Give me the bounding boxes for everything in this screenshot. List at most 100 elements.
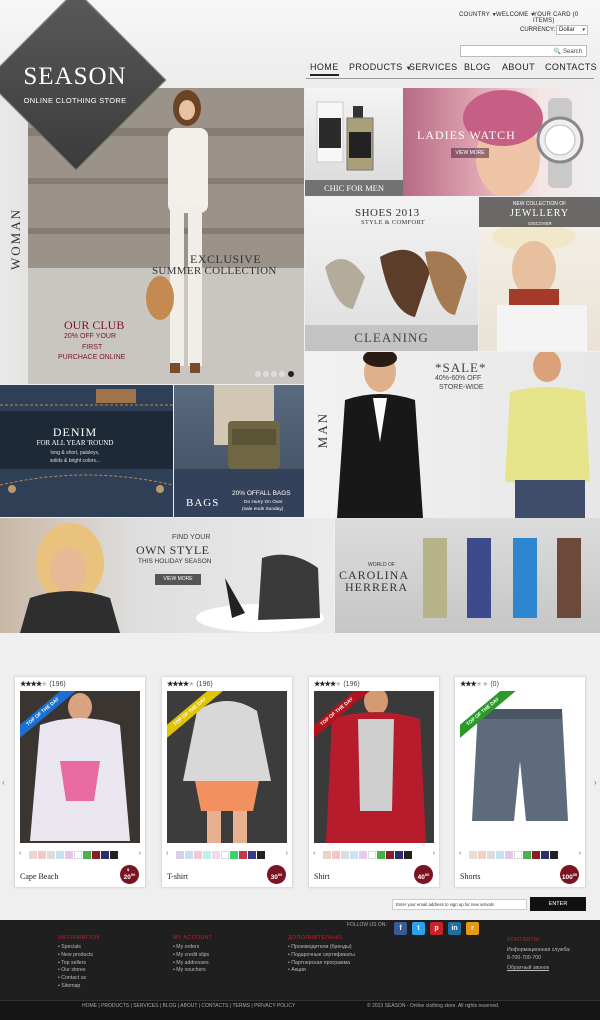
slider-dot[interactable]: [255, 371, 261, 377]
nav-blog[interactable]: BLOG: [464, 62, 491, 76]
sale-line-1: 40%-60% OFF: [435, 375, 482, 382]
footer-link[interactable]: • Specials: [58, 944, 99, 952]
swatch-prev-icon[interactable]: ‹: [19, 850, 21, 857]
tile-bags[interactable]: BAGS 20% OFFALL BAGS Do Hurry On Over (s…: [174, 385, 304, 517]
denim-subtitle: FOR ALL YEAR 'ROUND: [36, 439, 114, 447]
facebook-icon[interactable]: f: [394, 922, 407, 935]
logo-title: SEASON: [23, 63, 127, 90]
slider-dot[interactable]: [263, 371, 269, 377]
currency-select[interactable]: Dollar ▾: [556, 25, 588, 35]
product-name[interactable]: Cape Beach: [20, 872, 58, 881]
bags-line-2: (sale ends Sunday): [242, 507, 284, 512]
product-name[interactable]: T-shirt: [167, 872, 188, 881]
product-card[interactable]: ★★★★★ (196) TOP OF THE DAY ‹ › Shirt 400…: [308, 676, 440, 888]
carousel-next-icon[interactable]: ›: [594, 778, 597, 787]
nav-contacts[interactable]: CONTACTS: [545, 62, 597, 76]
footer-link[interactable]: • Our stores: [58, 967, 99, 975]
country-dropdown[interactable]: COUNTRY ▼: [459, 12, 497, 18]
color-swatches[interactable]: [469, 851, 558, 861]
slider-dot[interactable]: [279, 371, 285, 377]
footer-link[interactable]: • My addresses: [173, 960, 213, 968]
watch-view-more-button[interactable]: VIEW MORE: [451, 148, 489, 158]
product-name[interactable]: Shorts: [460, 872, 480, 881]
sale-line-2: STORE-WIDE: [439, 384, 484, 391]
tile-jewellery[interactable]: NEW COLLECTION OF JEWLLERY DISCOVER: [479, 197, 600, 351]
footer-col-contacts: КОНТАКТЫ Информационная служба: 8-700-70…: [507, 937, 571, 972]
product-image: TOP OF THE DAY: [460, 691, 580, 843]
product-image: TOP OF THE DAY: [167, 691, 287, 843]
swatch-prev-icon[interactable]: ‹: [459, 850, 461, 857]
nav-services[interactable]: SERVICES: [409, 62, 458, 76]
tile-denim[interactable]: DENIM FOR ALL YEAR 'ROUND long & short, …: [0, 385, 173, 517]
tile-own-style[interactable]: FIND YOUR OWN STYLE THIS HOLIDAY SEASON …: [0, 518, 334, 633]
style-line-1: FIND YOUR: [172, 534, 211, 541]
price-badge: 10000: [560, 865, 579, 884]
pinterest-icon[interactable]: p: [430, 922, 443, 935]
carousel-prev-icon[interactable]: ‹: [2, 778, 5, 787]
footer-link[interactable]: • Подарочные сертификаты: [288, 952, 355, 960]
follow-label: FOLLOW US ON:: [347, 922, 387, 928]
swatch-next-icon[interactable]: ›: [286, 850, 288, 857]
footer-link[interactable]: • My vouchers: [173, 967, 213, 975]
nav-home[interactable]: HOME: [310, 62, 339, 76]
linkedin-icon[interactable]: in: [448, 922, 461, 935]
product-name[interactable]: Shirt: [314, 872, 330, 881]
tile-carolina-herrera[interactable]: WORLD OF CAROLINA HERRERA: [335, 518, 600, 633]
footer-link[interactable]: • Акции: [288, 967, 355, 975]
footer-link[interactable]: • Top sellers: [58, 960, 99, 968]
slider-dot[interactable]: [271, 371, 277, 377]
style-line-2: OWN STYLE: [136, 543, 210, 557]
denim-line-1: long & short, paisleys,: [50, 450, 100, 456]
swatch-next-icon[interactable]: ›: [433, 850, 435, 857]
price-badge: 3000: [267, 865, 286, 884]
swatch-next-icon[interactable]: ›: [139, 850, 141, 857]
footer-link[interactable]: • Партнерская программа: [288, 960, 355, 968]
watch-title: LADIES WATCH: [417, 128, 516, 142]
logo-subtitle: ONLINE CLOTHING STORE: [23, 96, 127, 105]
footer-link[interactable]: • Contact us: [58, 975, 99, 983]
swatch-next-icon[interactable]: ›: [579, 850, 581, 857]
tile-chic-for-men[interactable]: CHIC FOR MEN: [305, 88, 403, 196]
footer-heading: INFORMATION: [58, 935, 100, 941]
footer-heading: КОНТАКТЫ: [507, 937, 540, 943]
bottom-links[interactable]: HOME | PRODUCTS | SERVICES | BLOG | ABOU…: [82, 1003, 295, 1009]
sale-title: *SALE*: [435, 360, 487, 375]
slider-dot-active[interactable]: [288, 371, 294, 377]
tile-man-sale[interactable]: MAN *SALE* 40%-60% OFF STORE-WIDE: [305, 352, 600, 518]
cart-link[interactable]: YOUR CARD (0 ITEMS): [533, 12, 600, 24]
tile-shoes[interactable]: SHOES 2013 STYLE & COMFORT CLEANING: [305, 197, 478, 351]
newsletter-enter-button[interactable]: ENTER: [530, 897, 586, 911]
tile-ladies-watch[interactable]: LADIES WATCH VIEW MORE: [403, 88, 600, 196]
color-swatches[interactable]: [29, 851, 118, 861]
copyright: © 2013 SEASON - Online clothing store. A…: [367, 1003, 500, 1009]
twitter-icon[interactable]: t: [412, 922, 425, 935]
welcome-dropdown[interactable]: WELCOME ▼: [496, 12, 535, 18]
color-swatches[interactable]: [176, 851, 265, 861]
rss-icon[interactable]: r: [466, 922, 479, 935]
nav-about[interactable]: ABOUT: [502, 62, 535, 76]
footer-link[interactable]: • My credit slips: [173, 952, 213, 960]
footer-link[interactable]: • New products: [58, 952, 99, 960]
swatch-prev-icon[interactable]: ‹: [166, 850, 168, 857]
product-card[interactable]: ★★★★★ (196) TOP OF THE DAY ‹ › Cape Beac…: [14, 676, 146, 888]
cleaning-banner[interactable]: CLEANING: [305, 325, 478, 351]
search-input[interactable]: 🔍 Search: [460, 45, 587, 57]
swatch-prev-icon[interactable]: ‹: [313, 850, 315, 857]
footer-text: Информационная служба:: [507, 947, 571, 953]
footer-heading: ДОПОЛНИТЕЛЬНО: [288, 935, 343, 941]
product-card[interactable]: ★★★★★ (0) TOP OF THE DAY ‹ › Shorts 1000…: [454, 676, 586, 888]
footer-link[interactable]: • Производители (бренды): [288, 944, 355, 952]
product-card[interactable]: ★★★★★ (196) TOP OF THE DAY ‹ › T-shirt 3…: [161, 676, 293, 888]
footer-link[interactable]: • My orders: [173, 944, 213, 952]
nav-products[interactable]: PRODUCTS ▼: [349, 62, 412, 76]
search-icon: 🔍: [553, 49, 562, 55]
price-badge: 4000: [414, 865, 433, 884]
color-swatches[interactable]: [323, 851, 412, 861]
style-view-more-button[interactable]: VIEW MORE: [155, 574, 201, 585]
jewel-title: JEWLLERY: [509, 208, 570, 219]
jewel-discover-button[interactable]: DISCOVER: [523, 221, 557, 226]
footer-link[interactable]: • Sitemap: [58, 983, 99, 991]
rating: ★★★★★ (196): [20, 681, 66, 688]
callback-link[interactable]: Обратный звонок: [507, 965, 571, 973]
newsletter-email-input[interactable]: Enter your email address to sign up for …: [392, 899, 527, 910]
